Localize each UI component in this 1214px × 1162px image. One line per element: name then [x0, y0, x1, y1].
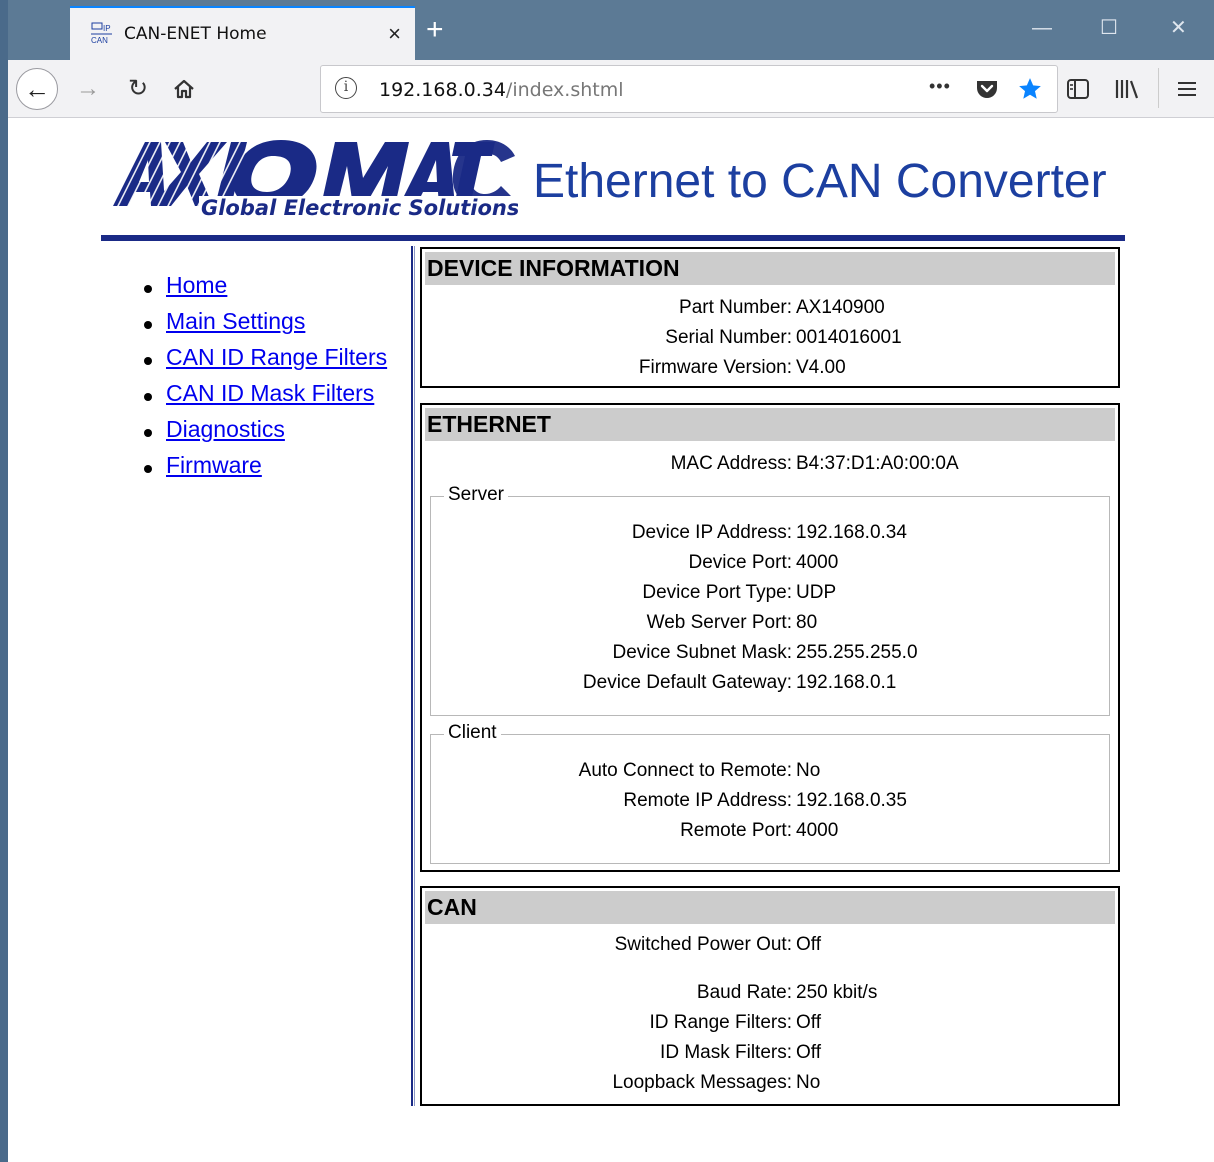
nav-item-firmware: Firmware: [143, 452, 387, 488]
row-label: Device Default Gateway:: [582, 672, 792, 693]
row-label: MAC Address:: [670, 453, 792, 474]
page-title: Ethernet to CAN Converter: [533, 155, 1107, 208]
forward-icon[interactable]: →: [76, 74, 100, 104]
header-divider: [101, 235, 1125, 241]
bookmark-star-icon[interactable]: [1017, 76, 1043, 102]
row-label: Web Server Port:: [646, 612, 792, 633]
row-value: 0014016001: [796, 327, 902, 348]
row-label: Serial Number:: [665, 327, 792, 348]
row-value: 4000: [796, 820, 839, 841]
fieldset-legend: Server: [444, 484, 508, 506]
tab-title: CAN-ENET Home: [124, 24, 267, 44]
tab-close-icon[interactable]: ×: [388, 20, 401, 48]
row-value: 255.255.255.0: [796, 642, 918, 663]
window-frame: [0, 0, 8, 1162]
nav-link-main-settings[interactable]: Main Settings: [166, 308, 305, 334]
window-maximize-button[interactable]: ☐: [1100, 14, 1118, 42]
nav-link-firmware[interactable]: Firmware: [166, 452, 262, 478]
browser-tab[interactable]: IP CAN CAN-ENET Home ×: [70, 6, 415, 60]
url-path: /index.shtml: [505, 79, 624, 101]
reload-icon[interactable]: ↻: [128, 74, 148, 104]
address-bar[interactable]: i 192.168.0.34/index.shtml •••: [320, 65, 1058, 113]
row-label: Remote IP Address:: [623, 790, 792, 811]
row-value: V4.00: [796, 357, 846, 378]
row-value: 192.168.0.1: [796, 672, 897, 693]
panel-title: DEVICE INFORMATION: [425, 252, 1115, 285]
menu-icon[interactable]: [1176, 80, 1198, 98]
row-value: 250 kbit/s: [796, 982, 878, 1003]
browser-titlebar: IP CAN CAN-ENET Home × + — ☐ ✕: [8, 0, 1214, 60]
row-label: Loopback Messages:: [612, 1072, 792, 1093]
row-value: Off: [796, 1012, 821, 1033]
row-value: Off: [796, 934, 821, 955]
nav-item-main-settings: Main Settings: [143, 308, 387, 344]
row-label: Switched Power Out:: [614, 934, 792, 955]
nav-link-can-id-range-filters[interactable]: CAN ID Range Filters: [166, 344, 387, 370]
nav-item-home: Home: [143, 272, 387, 308]
home-icon[interactable]: [172, 77, 196, 101]
back-icon[interactable]: ←: [16, 68, 58, 110]
more-icon[interactable]: •••: [929, 76, 951, 97]
row-value: AX140900: [796, 297, 885, 318]
row-label: Firmware Version:: [638, 357, 792, 378]
row-label: Baud Rate:: [696, 982, 792, 1003]
nav-link-diagnostics[interactable]: Diagnostics: [166, 416, 285, 442]
nav-item-diagnostics: Diagnostics: [143, 416, 387, 452]
device-information-panel: DEVICE INFORMATION Part Number: AX140900…: [420, 247, 1120, 388]
pocket-icon[interactable]: [975, 78, 999, 100]
row-label: Remote Port:: [680, 820, 792, 841]
row-value: 80: [796, 612, 818, 633]
row-label: Device Port Type:: [642, 582, 792, 603]
row-label: Part Number:: [679, 297, 792, 318]
browser-toolbar: ← → ↻ i 192.168.0.34/index.shtml •••: [8, 60, 1214, 118]
nav-link-home[interactable]: Home: [166, 272, 227, 298]
ethernet-panel: ETHERNET MAC Address: B4:37:D1:A0:00:0A …: [420, 403, 1120, 872]
panel-title: ETHERNET: [425, 408, 1115, 441]
row-value: Off: [796, 1042, 821, 1063]
window-minimize-button[interactable]: —: [1032, 14, 1052, 42]
nav-list: Home Main Settings CAN ID Range Filters …: [143, 272, 387, 488]
row-label: Device Port:: [688, 552, 792, 573]
row-value: 192.168.0.35: [796, 790, 907, 811]
can-panel: CAN Switched Power Out: Off Baud Rate: 2…: [420, 886, 1120, 1106]
url-text[interactable]: 192.168.0.34/index.shtml: [379, 79, 624, 101]
row-value: 192.168.0.34: [796, 522, 907, 543]
info-icon[interactable]: i: [335, 77, 357, 99]
row-label: Device Subnet Mask:: [612, 642, 792, 663]
row-value: No: [796, 1072, 821, 1093]
url-host: 192.168.0.34: [379, 79, 506, 101]
row-label: ID Mask Filters:: [660, 1042, 792, 1063]
row-label: ID Range Filters:: [649, 1012, 792, 1033]
panel-title: CAN: [425, 891, 1115, 924]
row-value: 4000: [796, 552, 839, 573]
nav-divider: [411, 246, 415, 1106]
nav-item-can-id-range-filters: CAN ID Range Filters: [143, 344, 387, 380]
can-ip-favicon-icon: IP CAN: [91, 22, 112, 45]
svg-text:Global Electronic Solutions: Global Electronic Solutions: [201, 196, 518, 219]
new-tab-button[interactable]: +: [426, 10, 444, 50]
svg-text:CAN: CAN: [91, 36, 108, 45]
svg-text:IP: IP: [103, 24, 111, 33]
row-value: UDP: [796, 582, 837, 603]
row-value: B4:37:D1:A0:00:0A: [796, 453, 959, 474]
library-icon[interactable]: [1114, 78, 1140, 100]
axiomatic-logo: Global Electronic Solutions: [106, 135, 518, 219]
window-close-button[interactable]: ✕: [1170, 14, 1187, 42]
page-content: Global Electronic Solutions Ethernet to …: [8, 118, 1214, 1162]
row-value: No: [796, 760, 821, 781]
row-label: Auto Connect to Remote:: [578, 760, 792, 781]
sidebar-icon[interactable]: [1066, 78, 1090, 100]
nav-link-can-id-mask-filters[interactable]: CAN ID Mask Filters: [166, 380, 374, 406]
row-label: Device IP Address:: [631, 522, 792, 543]
toolbar-separator: [1158, 68, 1159, 108]
nav-item-can-id-mask-filters: CAN ID Mask Filters: [143, 380, 387, 416]
fieldset-legend: Client: [444, 722, 501, 744]
